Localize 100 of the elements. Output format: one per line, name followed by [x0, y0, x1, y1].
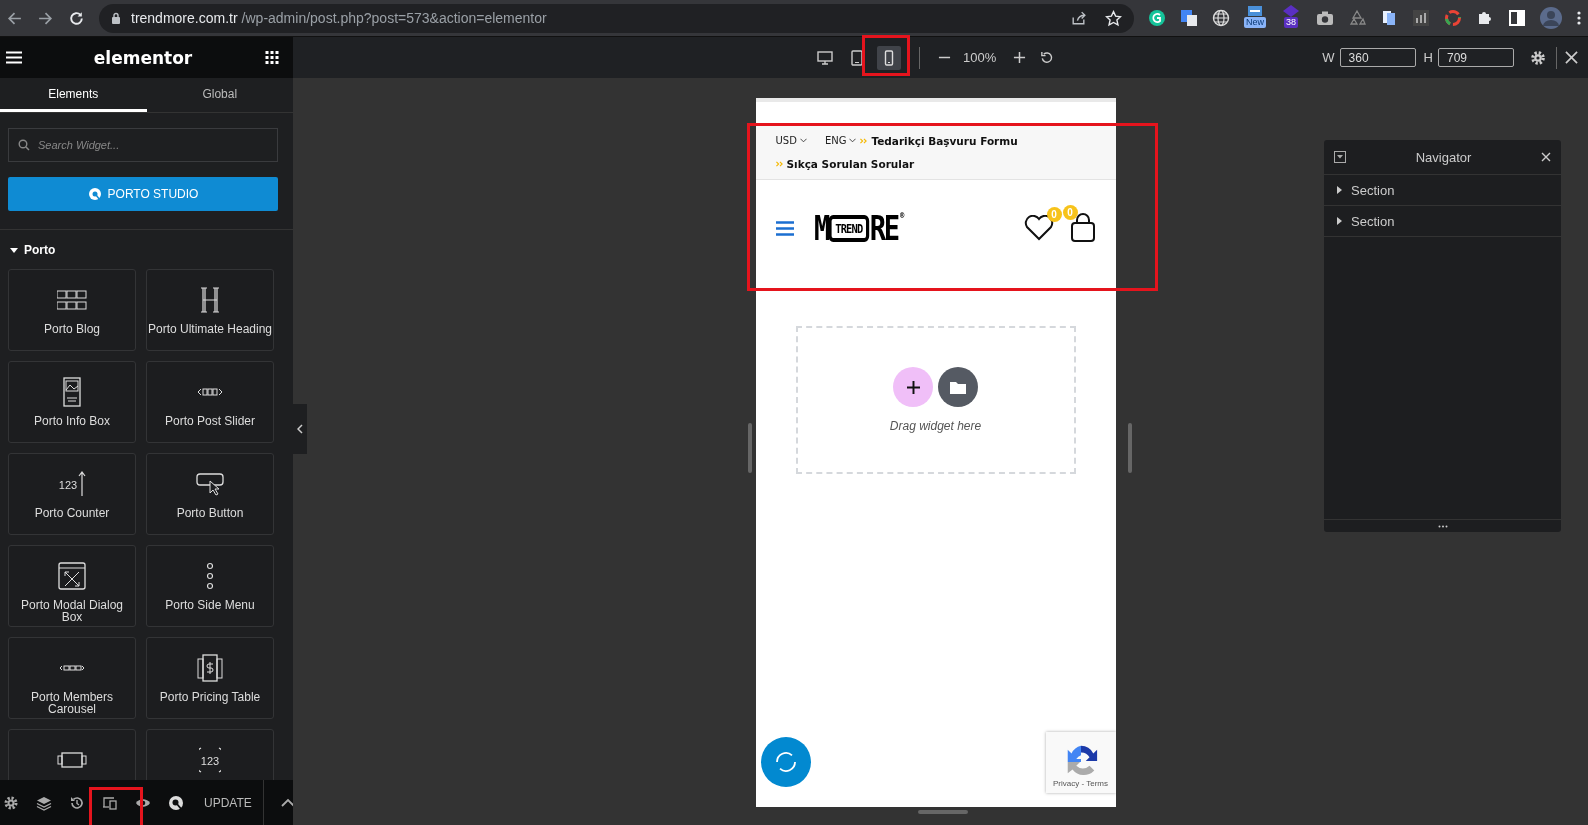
settings-icon[interactable] — [1530, 49, 1546, 66]
translate-icon[interactable] — [1180, 9, 1198, 27]
drop-zone[interactable]: Drag widget here — [795, 326, 1076, 474]
extension-icon[interactable] — [1148, 9, 1166, 27]
recaptcha-badge[interactable]: Privacy - Terms — [1045, 732, 1116, 793]
reload-icon[interactable] — [68, 9, 85, 27]
camera-icon[interactable] — [1316, 9, 1334, 27]
panel-tab[interactable]: Global — [146, 78, 293, 112]
resize-handle[interactable] — [1128, 423, 1132, 473]
extension-icon — [1246, 5, 1264, 17]
caret-icon — [10, 247, 18, 253]
widget-label: Porto Side Menu — [165, 599, 255, 611]
responsive-icon[interactable] — [102, 794, 118, 811]
widget-tile[interactable]: Porto Pricing Table — [146, 637, 274, 719]
app-title: elementor — [92, 47, 194, 68]
share-icon[interactable] — [1070, 9, 1087, 27]
widget-tile[interactable]: Porto Blog — [8, 269, 136, 351]
puzzle-icon[interactable] — [1476, 9, 1494, 27]
widget-tile[interactable]: Porto Info Box — [8, 361, 136, 443]
documents-icon[interactable] — [1380, 9, 1398, 27]
plus-icon — [906, 380, 920, 394]
drop-hint: Drag widget here — [889, 419, 982, 433]
width-field[interactable]: 360 — [1339, 48, 1416, 67]
widget-tile[interactable]: Porto Side Menu — [146, 545, 274, 627]
cart-count: 0 — [1062, 205, 1078, 220]
price-sheet-icon — [197, 654, 223, 682]
tablet-icon — [849, 49, 865, 66]
color-wheel-icon[interactable] — [1444, 9, 1462, 27]
carousel-icon — [59, 665, 85, 671]
address-bar[interactable]: trendmore.com.tr /wp-admin/post.php?post=573&action=elementor — [99, 3, 1134, 33]
widget-tile[interactable]: 123 — [146, 729, 274, 780]
height-field[interactable]: 709 — [1438, 48, 1514, 67]
widget-tile[interactable]: Porto Modal Dialog Box — [8, 545, 136, 627]
language-select[interactable]: ENG — [824, 135, 857, 146]
resize-grip-icon[interactable] — [1437, 524, 1448, 528]
grid-icon — [56, 290, 88, 310]
dots-icon — [207, 562, 213, 590]
extension-button[interactable]: New — [1244, 5, 1266, 31]
widget-tile[interactable]: Porto Button — [146, 453, 274, 535]
widget-label: Porto Members Carousel — [30, 691, 114, 715]
widget-label: Porto Ultimate Heading — [147, 323, 273, 335]
collapse-icon[interactable] — [1334, 151, 1346, 163]
navigator-item[interactable]: Section — [1324, 206, 1561, 237]
close-icon[interactable] — [1541, 152, 1551, 162]
chart-icon[interactable] — [1412, 9, 1430, 27]
extension-badge: New — [1244, 17, 1266, 28]
search-field[interactable]: Search Widget... — [8, 128, 278, 162]
navigator-item[interactable]: Section — [1324, 175, 1561, 206]
chevron-down-icon — [849, 138, 857, 143]
resize-handle[interactable] — [748, 423, 752, 473]
globe-icon[interactable] — [1212, 9, 1230, 27]
chevron-left-icon — [297, 424, 303, 434]
double-chevron-icon — [775, 160, 783, 167]
topbar-link[interactable]: Sıkça Sorulan Sorular — [786, 157, 915, 170]
studio-button[interactable]: PORTO STUDIO — [8, 177, 278, 211]
close-icon[interactable] — [1565, 51, 1578, 64]
widget-tile[interactable]: Porto Post Slider — [146, 361, 274, 443]
reset-icon[interactable] — [1040, 51, 1054, 64]
heading-icon — [200, 287, 220, 313]
search-icon — [18, 139, 30, 151]
expand-window-icon — [58, 562, 86, 590]
chat-button[interactable] — [760, 737, 811, 787]
widget-label: Porto Blog — [43, 323, 100, 335]
site-logo[interactable]: M TREND RE® — [813, 211, 904, 245]
cursor-badge-icon — [87, 187, 102, 201]
chevron-up-icon[interactable] — [280, 797, 295, 808]
device-button[interactable] — [877, 45, 901, 70]
widget-tile[interactable]: Porto Members Carousel — [8, 637, 136, 719]
double-chevron-icon — [860, 137, 868, 144]
collapse-panel-button[interactable] — [293, 404, 307, 454]
panel-title: Navigator — [1414, 149, 1473, 165]
sidebar-icon[interactable] — [1508, 9, 1526, 27]
template-library-button[interactable] — [938, 367, 978, 407]
widget-label: Porto Post Slider — [164, 415, 255, 427]
layers-icon[interactable] — [36, 794, 52, 811]
widget-tile[interactable]: Porto Ultimate Heading — [146, 269, 274, 351]
settings-icon[interactable] — [3, 794, 19, 811]
expand-arrow-icon — [1337, 186, 1342, 194]
resize-handle[interactable] — [918, 810, 968, 814]
add-section-button[interactable] — [893, 367, 933, 407]
history-icon[interactable] — [69, 794, 85, 811]
topbar-link[interactable]: Tedarikçi Başvuru Formu — [871, 134, 1018, 147]
cursor-badge-icon[interactable] — [168, 794, 184, 811]
menu-icon[interactable] — [1576, 9, 1582, 27]
zoom-in-icon[interactable] — [1013, 51, 1027, 64]
recaptcha-links[interactable]: Privacy - Terms — [1053, 779, 1108, 788]
extension-button[interactable]: 38 — [1280, 5, 1302, 31]
apps-grid-icon[interactable] — [264, 51, 280, 64]
lock-icon — [111, 12, 121, 24]
widget-tile[interactable]: 123 Porto Counter — [8, 453, 136, 535]
recycle-icon[interactable] — [1348, 9, 1366, 27]
folder-icon — [950, 380, 966, 394]
panel-tab[interactable]: Elements — [0, 78, 147, 112]
chevron-down-icon — [799, 138, 807, 143]
widget-label: Porto Modal Dialog Box — [19, 599, 125, 623]
pointer-icon — [196, 472, 224, 496]
currency-select[interactable]: USD — [775, 135, 807, 146]
star-icon[interactable] — [1105, 9, 1122, 27]
film-strip-icon — [57, 752, 87, 768]
desktop-icon — [817, 49, 833, 66]
